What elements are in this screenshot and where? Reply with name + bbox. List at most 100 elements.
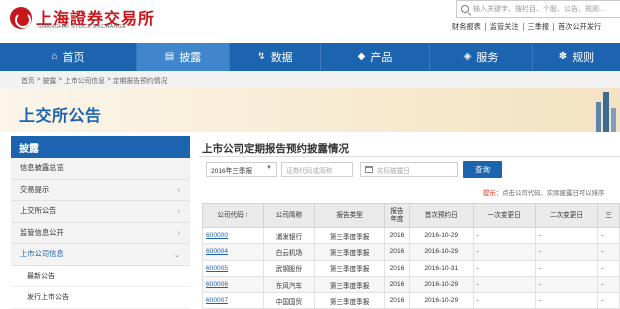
banner-title: 上交所公告 [19, 108, 102, 125]
site-header: 上海證券交易所 SHANGHAI STOCK EXCHANGE 财务报表 监管关… [0, 0, 620, 43]
home-icon: ⌂ [51, 51, 58, 62]
sidebar-item-label: 信息披露总览 [20, 163, 64, 173]
company-code-link[interactable]: 600000 [202, 226, 264, 245]
report-type: 第三季度季报 [314, 292, 385, 309]
nav-label: 披露 [179, 52, 202, 64]
sse-logo[interactable]: 上海證券交易所 SHANGHAI STOCK EXCHANGE [10, 5, 154, 33]
nav-label: 产品 [370, 52, 393, 64]
building-shape [603, 92, 609, 132]
breadcrumb-current: 定期报告预约情况 [112, 77, 168, 85]
sidebar-item-label: 交易提示 [20, 184, 50, 194]
table-row: 600005 武钢股份 第三季度季报 2016 2016-10-31 - - - [202, 259, 620, 277]
company-code-link[interactable]: 600004 [202, 243, 264, 261]
site-search [456, 0, 620, 18]
chevron-down-icon: ⌄ [174, 252, 180, 259]
column-header-second-change: 二次变更日 [534, 203, 599, 228]
report-year: 2016 [383, 259, 410, 277]
chevron-right-icon: › [177, 208, 180, 215]
nav-rules[interactable]: ✽ 规则 [533, 43, 620, 71]
tip-text: 点击公司代码、实际披露日可以排序 [502, 190, 605, 197]
nav-label: 规则 [572, 52, 595, 64]
second-change-date: - [534, 259, 599, 277]
search-icon[interactable] [461, 5, 469, 13]
first-date: 2016-10-31 [408, 259, 474, 277]
breadcrumb-listed-company-info[interactable]: 上市公司信息 [64, 75, 105, 85]
main-content: 上市公司定期报告预约披露情况 2016年三季报 ▼ 证券代码或简称 实际披露日 … [199, 136, 620, 309]
company-code-link[interactable]: 600005 [202, 259, 264, 277]
sidebar-item-label: 上交所公告 [20, 206, 57, 216]
rules-icon: ✽ [558, 51, 568, 62]
data-icon: ↯ [257, 51, 266, 62]
service-icon: ◈ [463, 51, 472, 62]
chevron-down-icon: ▼ [266, 165, 272, 171]
sidebar-subitem-listing-announcements[interactable]: 发行上市公告 [11, 287, 190, 309]
nav-home[interactable]: ⌂ 首页 [0, 43, 136, 71]
breadcrumb-home[interactable]: 首页 [21, 75, 35, 85]
nav-services[interactable]: ◈ 服务 [430, 43, 532, 71]
sse-emblem-icon [10, 7, 32, 29]
table-row: 600006 东风汽车 第三季度季报 2016 2016-10-29 - - - [202, 275, 620, 294]
divider [484, 23, 486, 31]
column-header-report-type: 报告类型 [314, 203, 385, 228]
divider [553, 23, 555, 31]
sidebar-item-disclosure-overview[interactable]: 信息披露总览 [11, 158, 190, 180]
breadcrumb-disclosure[interactable]: 披露 [43, 75, 57, 85]
sidebar-item-label: 监管信息公开 [20, 227, 64, 237]
breadcrumb-separator: > [58, 76, 63, 83]
sidebar-item-regulatory-info[interactable]: 监管信息公开 › [11, 222, 190, 244]
report-year: 2016 [383, 243, 410, 261]
building-shape [596, 102, 601, 132]
nav-label: 首页 [62, 52, 85, 64]
sidebar-item-trading-tips[interactable]: 交易提示 › [11, 179, 190, 201]
sidebar-item-listed-company-info[interactable]: 上市公司信息 ⌄ [11, 244, 190, 266]
product-icon: ◆ [357, 51, 366, 62]
sidebar-title: 披露 [11, 136, 190, 158]
disclosure-date-input[interactable]: 实际披露日 [360, 162, 458, 177]
quick-link-financial-reports[interactable]: 财务报表 [452, 22, 481, 32]
nav-data[interactable]: ↯ 数据 [230, 43, 320, 71]
report-period-select[interactable]: 2016年三季报 ▼ [206, 162, 277, 177]
nav-disclosure[interactable]: ▤ 披露 [137, 43, 229, 71]
nav-label: 服务 [476, 52, 499, 64]
divider [522, 23, 524, 31]
column-header-code[interactable]: 公司代码↑ [202, 203, 264, 228]
column-header-third-change: 三 [597, 203, 620, 228]
company-name: 浦发银行 [262, 226, 316, 245]
second-change-date: - [534, 292, 599, 309]
stock-code-input[interactable]: 证券代码或简称 [281, 162, 353, 177]
nav-label: 数据 [270, 52, 293, 64]
quick-link-q3-report[interactable]: 三季报 [528, 22, 550, 32]
breadcrumb-separator: > [36, 76, 41, 83]
query-button[interactable]: 查询 [463, 161, 502, 178]
table-header-row: 公司代码↑ 公司简称 报告类型 报告 年度 首次预约日 一次变更日 二次变更日 三 [202, 203, 620, 228]
company-name: 东风汽车 [262, 275, 316, 294]
second-change-date: - [534, 226, 599, 245]
main-nav: ⌂ 首页 ▤ 披露 ↯ 数据 ◆ 产品 ◈ 服务 ✽ 规则 [0, 43, 620, 71]
company-name: 中国国贸 [262, 292, 316, 309]
logo-english-name: SHANGHAI STOCK EXCHANGE [38, 24, 127, 30]
first-date: 2016-10-29 [408, 292, 474, 309]
sidebar-item-sse-announcements[interactable]: 上交所公告 › [11, 201, 190, 223]
second-change-date: - [534, 243, 599, 261]
calendar-icon [365, 166, 373, 173]
page-banner: 上交所公告 [0, 88, 620, 132]
input-placeholder: 证券代码或简称 [286, 167, 333, 175]
first-change-date: - [472, 259, 536, 277]
quick-link-regulatory-focus[interactable]: 监管关注 [490, 22, 519, 32]
third-change-date: - [597, 275, 620, 294]
third-change-date: - [597, 226, 620, 245]
column-header-year: 报告 年度 [383, 203, 410, 228]
first-change-date: - [472, 243, 536, 261]
search-input[interactable] [473, 3, 619, 16]
sidebar-subitem-latest-announcements[interactable]: 最新公告 [11, 265, 190, 287]
quick-link-ipo[interactable]: 首次公开发行 [558, 22, 601, 32]
first-change-date: - [472, 275, 536, 294]
table-row: 600004 白云机场 第三季度季报 2016 2016-10-29 - - - [202, 243, 620, 261]
report-year: 2016 [383, 275, 410, 294]
company-code-link[interactable]: 600006 [202, 275, 264, 294]
nav-products[interactable]: ◆ 产品 [321, 43, 429, 71]
document-icon: ▤ [164, 51, 175, 62]
third-change-date: - [597, 292, 620, 309]
report-year: 2016 [383, 226, 410, 245]
company-code-link[interactable]: 600007 [202, 292, 264, 309]
